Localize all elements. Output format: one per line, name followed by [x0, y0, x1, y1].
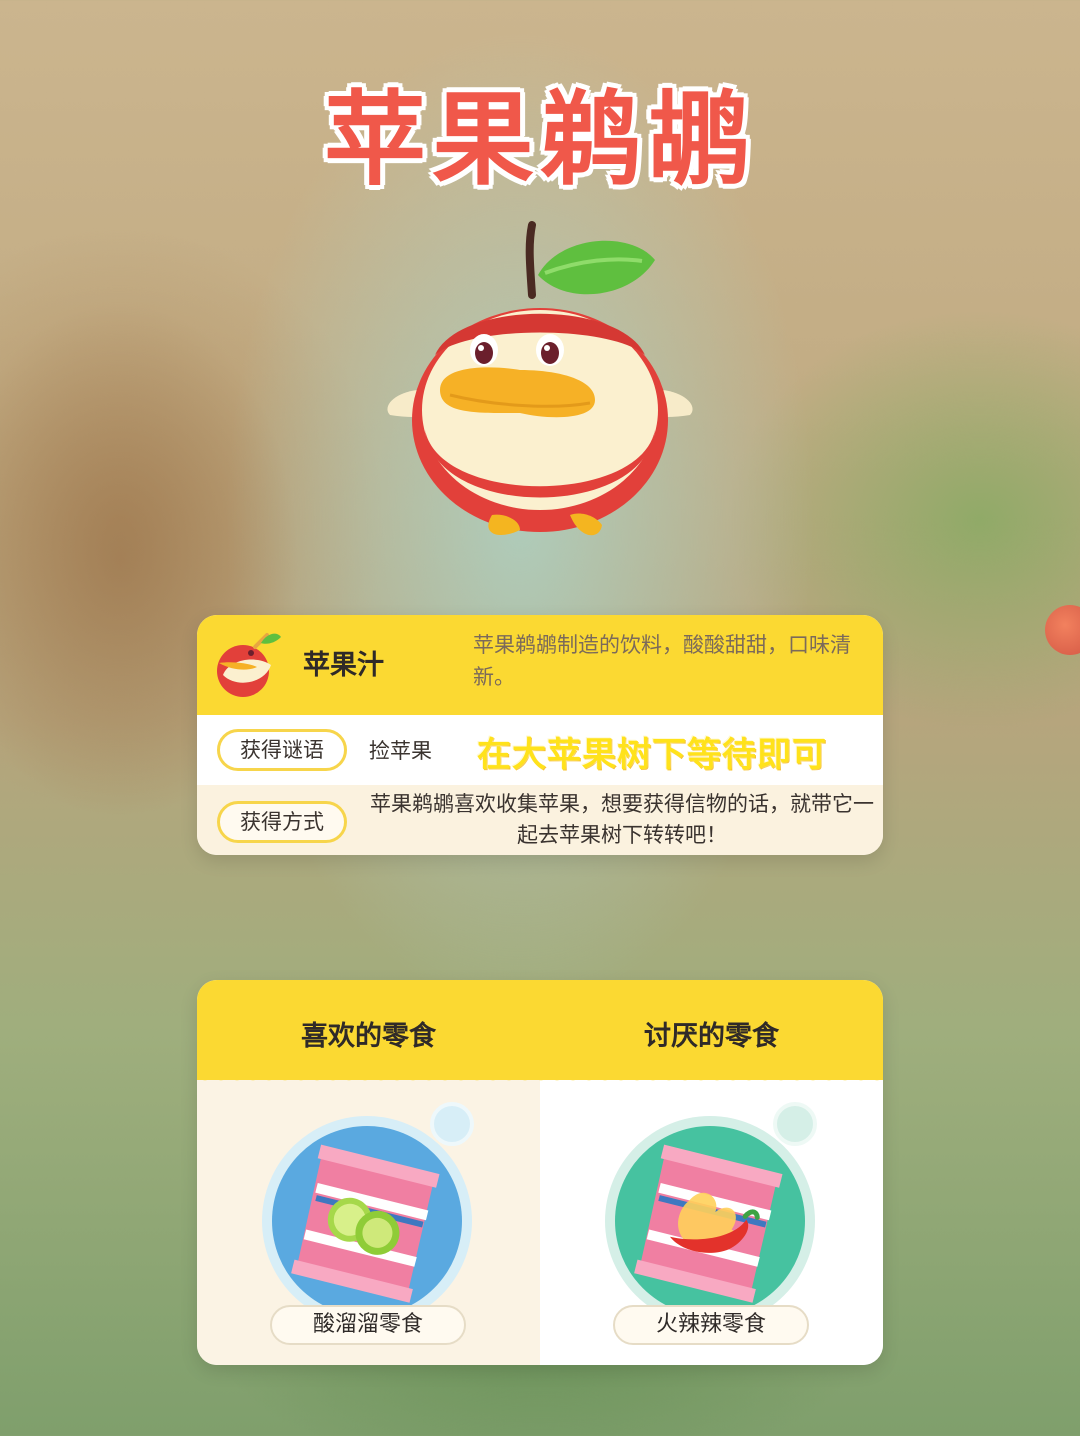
riddle-label: 获得谜语	[217, 729, 347, 771]
snack-header: 喜欢的零食 讨厌的零食	[197, 980, 883, 1088]
riddle-row: 获得谜语 捡苹果 在大苹果树下等待即可	[197, 715, 883, 785]
scalloped-edge	[197, 1072, 883, 1088]
page-title: 苹果鹈鹕	[324, 81, 756, 200]
chili-snack-bag-icon	[605, 1102, 817, 1326]
background-apple	[1045, 605, 1080, 655]
liked-snacks-title: 喜欢的零食	[301, 1021, 436, 1052]
lime-snack-bag-icon	[262, 1102, 474, 1326]
liked-snack-column: 酸溜溜零食	[197, 1080, 540, 1365]
disliked-snacks-title: 讨厌的零食	[644, 1021, 779, 1052]
disliked-snack-name: 火辣辣零食	[613, 1305, 809, 1345]
method-value: 苹果鹈鹕喜欢收集苹果，想要获得信物的话，就带它一起去苹果树下转转吧！	[370, 792, 874, 847]
method-row: 获得方式 苹果鹈鹕喜欢收集苹果，想要获得信物的话，就带它一起去苹果树下转转吧！	[197, 785, 883, 855]
apple-pelican-mascot	[387, 221, 693, 536]
apple-juice-icon	[217, 633, 281, 697]
item-name: 苹果汁	[303, 650, 384, 681]
item-info-header: 苹果汁 苹果鹈鹕制造的饮料，酸酸甜甜，口味清新。	[197, 615, 883, 723]
riddle-hint: 在大苹果树下等待即可	[477, 735, 827, 775]
item-info-card: 苹果汁 苹果鹈鹕制造的饮料，酸酸甜甜，口味清新。 获得谜语 捡苹果 在大苹果树下…	[197, 615, 883, 855]
liked-snack-name: 酸溜溜零食	[270, 1305, 466, 1345]
snack-preferences-card: 喜欢的零食 讨厌的零食 酸溜溜零食 火辣辣零食	[197, 980, 883, 1365]
disliked-snack-column: 火辣辣零食	[540, 1080, 883, 1365]
method-label: 获得方式	[217, 801, 347, 843]
item-description: 苹果鹈鹕制造的饮料，酸酸甜甜，口味清新。	[473, 633, 851, 689]
riddle-value: 捡苹果	[369, 739, 432, 763]
